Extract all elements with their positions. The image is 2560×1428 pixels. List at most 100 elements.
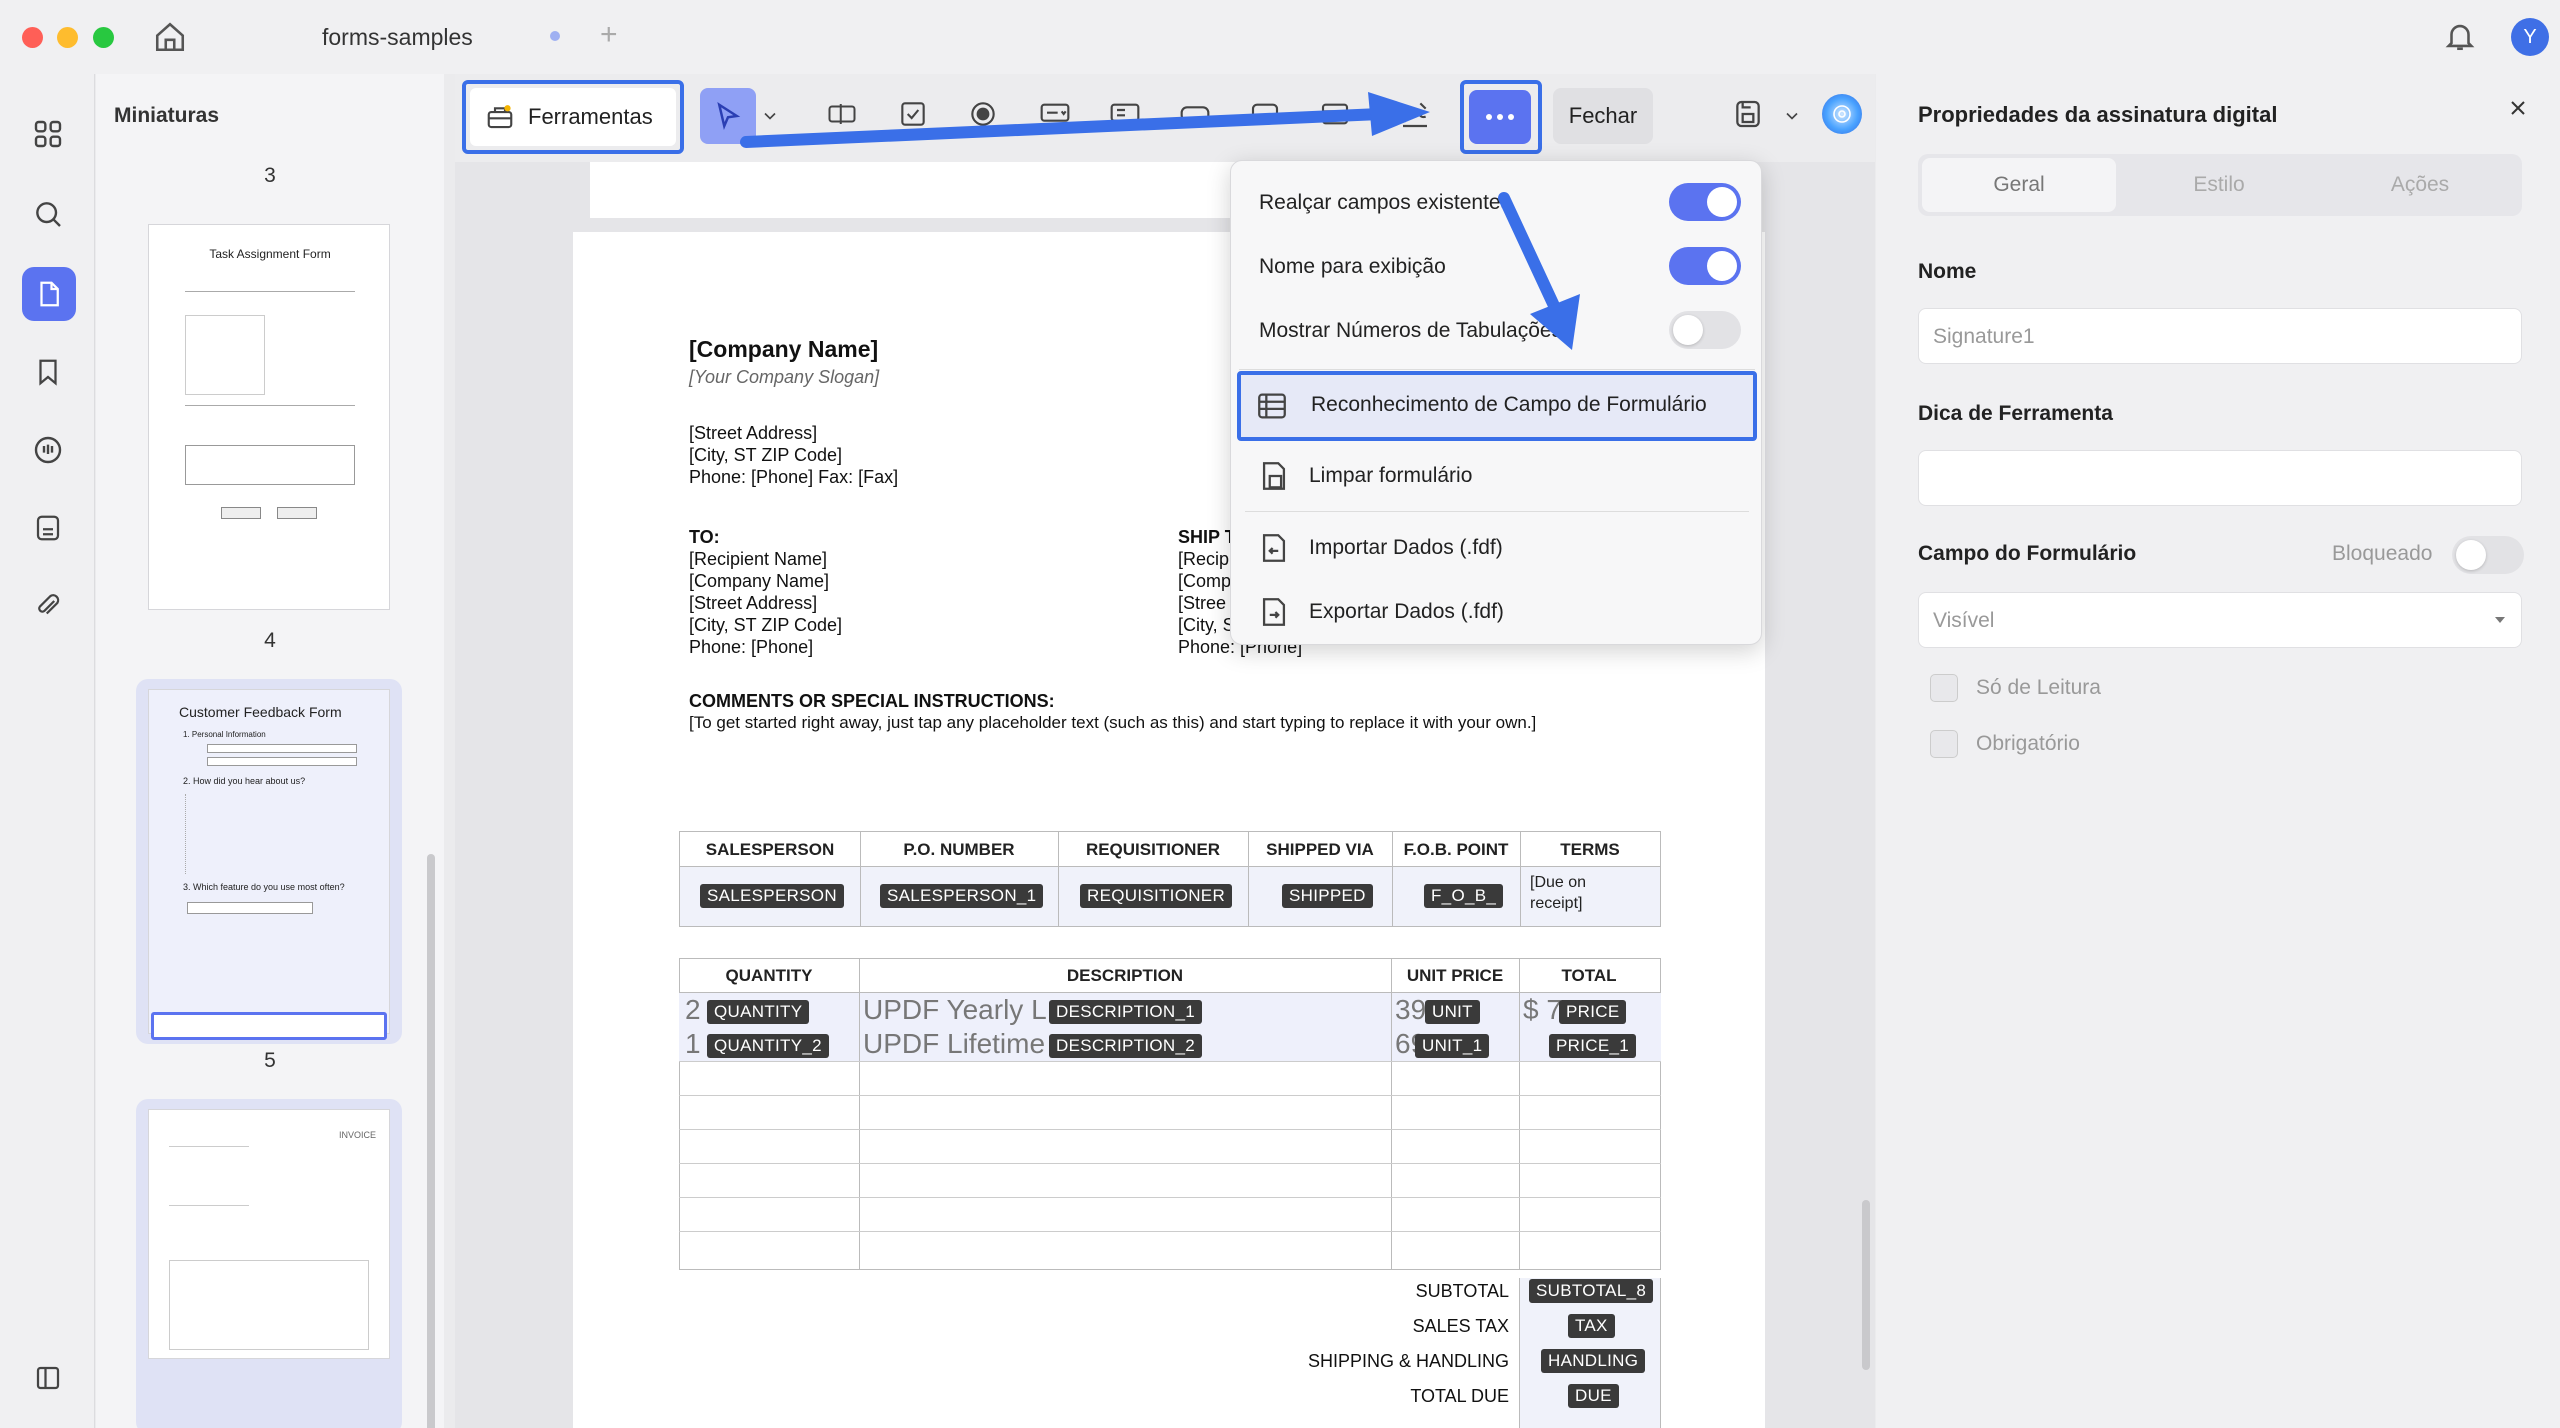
quantity-value[interactable]: 1	[685, 1028, 701, 1060]
tab-style[interactable]: Estilo	[2120, 158, 2318, 212]
street-address[interactable]: [Street Address]	[689, 422, 817, 444]
form-field-tag[interactable]: DUE	[1568, 1384, 1619, 1408]
quantity-value[interactable]: 2	[685, 994, 701, 1026]
form-field-tag[interactable]: DESCRIPTION_2	[1049, 1034, 1202, 1058]
form-field-tag[interactable]: PRICE_1	[1549, 1034, 1636, 1058]
form-field-tag[interactable]: PRICE	[1559, 1000, 1627, 1024]
form-icon[interactable]	[28, 508, 68, 548]
menu-item-import-data[interactable]: Importar Dados (.fdf)	[1241, 519, 1751, 577]
ai-assistant-icon[interactable]	[1822, 94, 1862, 134]
required-checkbox[interactable]	[1930, 730, 1958, 758]
description-value[interactable]: UPDF Lifetime	[863, 1028, 1045, 1060]
avatar[interactable]: Y	[2511, 18, 2549, 56]
close-window-button[interactable]	[22, 27, 43, 48]
form-field-tag[interactable]: F_O_B_	[1424, 884, 1504, 908]
company-slogan[interactable]: [Your Company Slogan]	[689, 366, 879, 388]
form-field-tag[interactable]: UNIT_1	[1415, 1034, 1490, 1058]
apps-grid-icon[interactable]	[28, 114, 68, 154]
ship-line[interactable]: [Comp	[1178, 570, 1231, 592]
dropdown-caret-icon	[2493, 613, 2507, 627]
readonly-checkbox[interactable]	[1930, 674, 1958, 702]
sidebar-toggle-icon[interactable]	[28, 1358, 68, 1398]
form-field-tag[interactable]: QUANTITY	[707, 1000, 810, 1024]
tab-numbers-toggle[interactable]	[1669, 311, 1741, 349]
company-name[interactable]: [Company Name]	[689, 338, 878, 361]
chevron-down-icon[interactable]	[1782, 106, 1802, 126]
clear-form-icon	[1257, 459, 1291, 493]
highlight-fields-toggle[interactable]	[1669, 183, 1741, 221]
form-field-tag[interactable]: SHIPPED	[1282, 884, 1373, 908]
tools-button[interactable]: Ferramentas	[470, 88, 676, 146]
annotation-arrow-icon	[740, 92, 1430, 148]
form-field-tag[interactable]: QUANTITY_2	[707, 1034, 829, 1058]
col-header: DESCRIPTION	[1066, 966, 1184, 985]
thumbnail-page-6[interactable]: INVOICE	[136, 1099, 402, 1428]
to-line[interactable]: [City, ST ZIP Code]	[689, 614, 842, 636]
menu-item-highlight-fields-label: Realçar campos existentes	[1259, 191, 1512, 214]
unit-price-value[interactable]: 39	[1395, 994, 1426, 1026]
save-icon[interactable]	[1728, 94, 1768, 134]
bell-icon[interactable]	[2443, 19, 2477, 53]
thumbnail-page-4[interactable]: Task Assignment Form	[148, 224, 390, 610]
more-options-button[interactable]	[1469, 90, 1531, 144]
comment-icon[interactable]	[28, 430, 68, 470]
thumbnails-panel: Miniaturas 3 Task Assignment Form 4 Cust…	[96, 74, 444, 1428]
comments-text[interactable]: [To get started right away, just tap any…	[689, 712, 1536, 734]
form-field-tag[interactable]: HANDLING	[1541, 1349, 1646, 1373]
pages-icon[interactable]	[22, 267, 76, 321]
ship-line[interactable]: [City, S	[1178, 614, 1235, 636]
visibility-select[interactable]: Visível	[1918, 592, 2522, 648]
city-address[interactable]: [City, ST ZIP Code]	[689, 444, 842, 466]
form-field-tag[interactable]: DESCRIPTION_1	[1049, 1000, 1202, 1024]
home-icon[interactable]	[153, 20, 187, 54]
ship-line[interactable]: [Recip	[1178, 548, 1229, 570]
display-name-toggle[interactable]	[1669, 247, 1741, 285]
form-field-tag[interactable]: SALESPERSON	[700, 884, 844, 908]
bookmark-icon[interactable]	[28, 352, 68, 392]
tab-actions[interactable]: Ações	[2322, 158, 2518, 212]
form-field-tag[interactable]: UNIT	[1425, 1000, 1480, 1024]
locked-toggle[interactable]	[2452, 536, 2524, 574]
col-header: SHIPPED VIA	[1266, 840, 1374, 859]
unsaved-dot-icon	[550, 31, 560, 41]
search-icon[interactable]	[28, 194, 68, 234]
line-items-table: QUANTITY DESCRIPTION UNIT PRICE TOTAL 2 …	[679, 958, 1661, 1270]
document-tab-title[interactable]: forms-samples	[322, 24, 473, 51]
to-line[interactable]: [Recipient Name]	[689, 548, 827, 570]
maximize-window-button[interactable]	[93, 27, 114, 48]
to-line[interactable]: Phone: [Phone]	[689, 636, 813, 658]
form-field-tag[interactable]: SUBTOTAL_8	[1529, 1279, 1654, 1303]
col-header: TERMS	[1560, 840, 1620, 859]
to-line[interactable]: [Street Address]	[689, 592, 817, 614]
ship-line[interactable]: [Stree	[1178, 592, 1226, 614]
menu-item-clear-form[interactable]: Limpar formulário	[1241, 447, 1751, 505]
thumbnail-title: Task Assignment Form	[209, 247, 331, 261]
close-icon[interactable]	[2506, 96, 2530, 120]
tab-general[interactable]: Geral	[1922, 158, 2116, 212]
minimize-window-button[interactable]	[57, 27, 78, 48]
total-value[interactable]: $ 7	[1523, 994, 1562, 1026]
col-header: TOTAL	[1561, 966, 1617, 985]
form-field-tag[interactable]: REQUISITIONER	[1080, 884, 1233, 908]
close-button[interactable]: Fechar	[1553, 88, 1653, 144]
new-tab-icon[interactable]: +	[600, 18, 618, 52]
terms-value[interactable]: [Due on receipt]	[1530, 872, 1610, 914]
thumbnail-page-5-selected[interactable]: Customer Feedback Form 1. Personal Infor…	[136, 679, 402, 1044]
phone-fax[interactable]: Phone: [Phone] Fax: [Fax]	[689, 466, 898, 488]
document-scrollbar[interactable]	[1862, 1200, 1870, 1370]
attachment-icon[interactable]	[28, 586, 68, 626]
to-line[interactable]: [Company Name]	[689, 570, 829, 592]
name-value: Signature1	[1933, 325, 2035, 348]
name-field[interactable]: Signature1	[1918, 308, 2522, 364]
form-field-tag[interactable]: TAX	[1568, 1314, 1615, 1338]
left-rail	[0, 74, 95, 1428]
col-header: REQUISITIONER	[1085, 840, 1221, 859]
locked-label: Bloqueado	[2332, 542, 2433, 565]
tooltip-field[interactable]	[1918, 450, 2522, 506]
thumbnail-title: Customer Feedback Form	[179, 704, 342, 720]
menu-item-export-data[interactable]: Exportar Dados (.fdf)	[1241, 583, 1751, 641]
form-field-tag[interactable]: SALESPERSON_1	[880, 884, 1044, 908]
menu-item-form-field-recognition[interactable]: Reconhecimento de Campo de Formulário	[1237, 371, 1757, 441]
description-value[interactable]: UPDF Yearly L	[863, 994, 1047, 1026]
thumbnails-scrollbar[interactable]	[427, 854, 435, 1428]
